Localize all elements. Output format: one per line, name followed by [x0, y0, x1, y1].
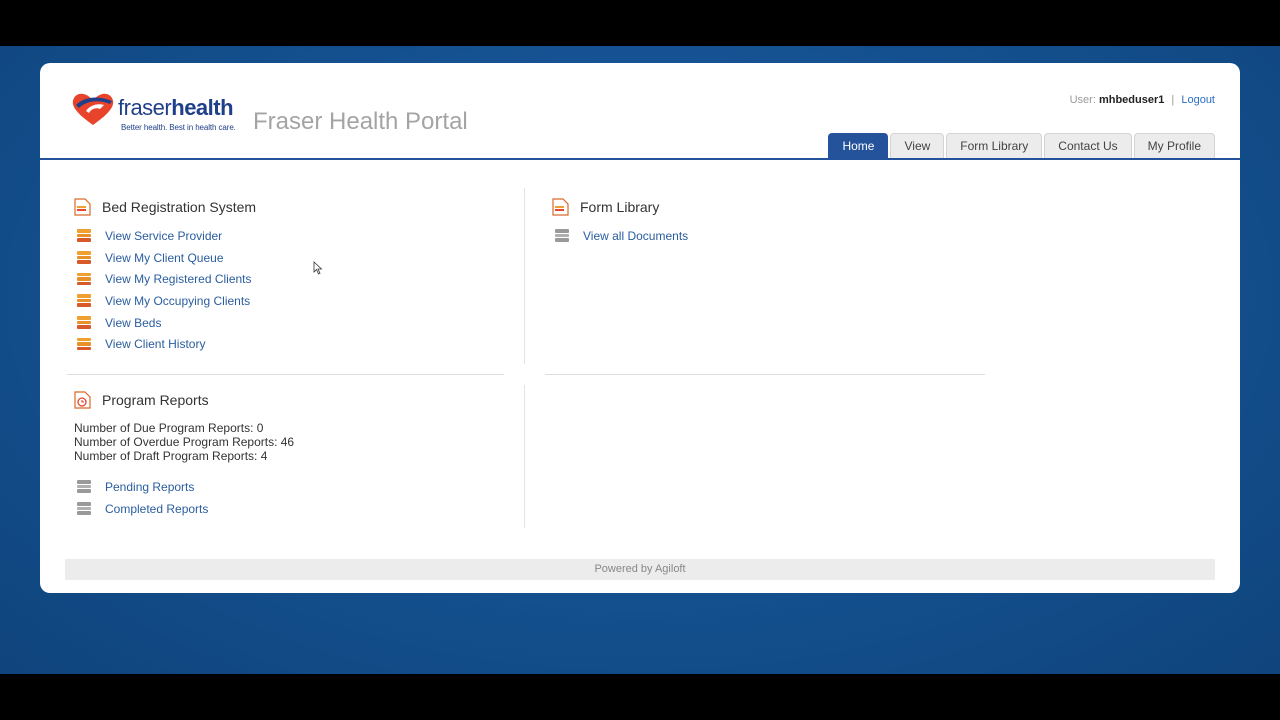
section-title: Form Library	[580, 199, 660, 215]
database-icon	[77, 502, 91, 515]
list-item: View all Documents	[555, 225, 688, 247]
program-report-stats: Number of Due Program Reports: 0 Number …	[74, 421, 294, 463]
form-library-links: View all Documents	[555, 225, 688, 247]
bed-registration-heading: Bed Registration System	[74, 198, 256, 216]
list-item: View My Registered Clients	[77, 268, 252, 290]
program-reports-links: Pending Reports Completed Reports	[77, 476, 208, 519]
view-beds-link[interactable]: View Beds	[105, 316, 161, 330]
column-divider	[524, 385, 525, 528]
section-title: Bed Registration System	[102, 199, 257, 215]
form-library-heading: Form Library	[552, 198, 659, 216]
completed-reports-link[interactable]: Completed Reports	[105, 502, 208, 516]
header-rule	[40, 158, 1240, 160]
database-icon	[77, 480, 91, 493]
section-separator	[545, 374, 985, 375]
tab-my-profile[interactable]: My Profile	[1133, 133, 1215, 158]
database-icon	[77, 337, 91, 351]
list-item: View Service Provider	[77, 225, 252, 247]
user-bar: User: mhbeduser1 | Logout	[1070, 94, 1215, 106]
tab-contact-us[interactable]: Contact Us	[1044, 133, 1132, 158]
footer: Powered by Agiloft	[65, 559, 1215, 580]
tab-home[interactable]: Home	[828, 133, 889, 158]
column-divider	[524, 188, 525, 364]
tab-view[interactable]: View	[890, 133, 945, 158]
heart-logo-icon	[72, 93, 114, 125]
view-my-occupying-clients-link[interactable]: View My Occupying Clients	[105, 294, 250, 308]
view-all-documents-link[interactable]: View all Documents	[583, 229, 688, 243]
user-label: User:	[1069, 94, 1096, 106]
view-client-history-link[interactable]: View Client History	[105, 337, 205, 351]
list-item: Completed Reports	[77, 498, 208, 520]
list-item: View My Client Queue	[77, 247, 252, 269]
view-my-registered-clients-link[interactable]: View My Registered Clients	[105, 272, 252, 286]
database-icon	[77, 251, 91, 264]
overdue-reports-count: Number of Overdue Program Reports: 46	[74, 435, 295, 449]
view-my-client-queue-link[interactable]: View My Client Queue	[105, 251, 224, 265]
document-icon	[74, 198, 91, 216]
username: mhbeduser1	[1098, 94, 1165, 106]
program-reports-heading: Program Reports	[74, 391, 209, 409]
portal-title: Fraser Health Portal	[253, 108, 468, 135]
main-nav-tabs: Home View Form Library Contact Us My Pro…	[828, 133, 1215, 158]
database-icon	[77, 229, 91, 242]
list-item: View My Occupying Clients	[77, 290, 252, 312]
list-item: View Beds	[77, 312, 252, 334]
brand-tagline: Better health. Best in health care.	[121, 123, 236, 132]
brand-wordmark: fraserhealth	[118, 95, 234, 120]
report-clock-icon	[74, 391, 91, 409]
view-service-provider-link[interactable]: View Service Provider	[105, 229, 222, 243]
mouse-cursor-icon	[313, 261, 323, 275]
draft-reports-count: Number of Draft Program Reports: 4	[74, 449, 268, 463]
document-icon	[552, 198, 569, 216]
logout-link[interactable]: Logout	[1181, 94, 1215, 106]
database-icon	[77, 316, 91, 329]
pending-reports-link[interactable]: Pending Reports	[105, 480, 194, 494]
section-title: Program Reports	[102, 392, 209, 408]
bed-registration-links: View Service Provider View My Client Que…	[77, 225, 252, 355]
userbar-separator: |	[1171, 94, 1175, 106]
database-icon	[77, 294, 91, 307]
portal-window: fraserhealth Better health. Best in heal…	[40, 63, 1240, 593]
due-reports-count: Number of Due Program Reports: 0	[74, 421, 264, 435]
database-icon	[77, 272, 91, 286]
list-item: Pending Reports	[77, 476, 208, 498]
database-icon	[555, 229, 569, 242]
fraser-health-logo[interactable]: fraserhealth Better health. Best in heal…	[70, 89, 236, 137]
tab-form-library[interactable]: Form Library	[946, 133, 1043, 158]
section-separator	[67, 374, 504, 375]
list-item: View Client History	[77, 333, 252, 355]
